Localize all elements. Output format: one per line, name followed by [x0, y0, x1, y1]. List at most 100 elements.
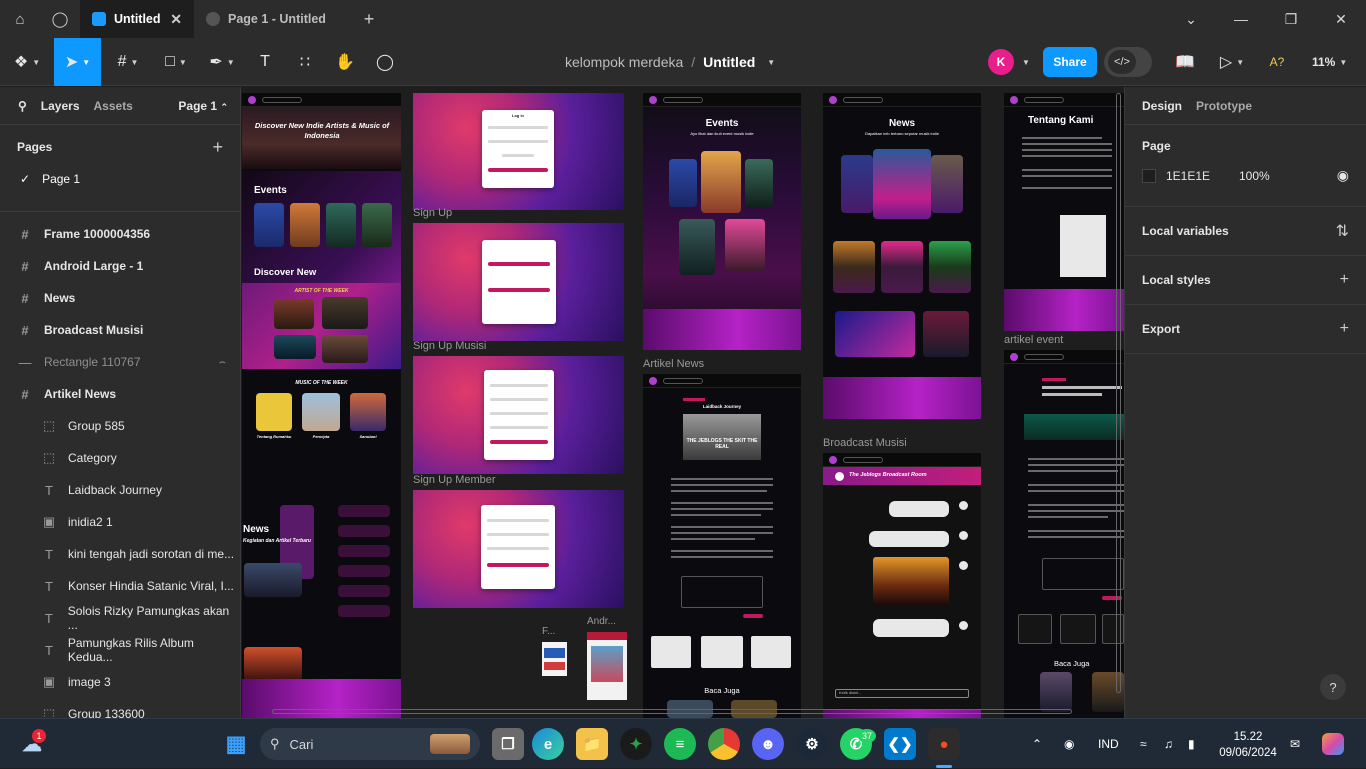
layer-item[interactable]: # News [0, 282, 240, 314]
frame-label[interactable]: Broadcast Musisi [823, 437, 907, 449]
frame-signup-musisi[interactable] [413, 356, 624, 474]
horizontal-scrollbar[interactable] [272, 709, 1072, 714]
chrome-icon[interactable] [708, 728, 740, 760]
main-menu-button[interactable]: ❖ ▼ [8, 38, 46, 86]
frame-label[interactable]: artikel event [1004, 334, 1063, 346]
shape-tool-button[interactable]: □ ▼ [156, 38, 196, 86]
frame-news[interactable]: News Dapatkan info terbaru seputar musik… [823, 93, 981, 419]
frame-small-mobile[interactable] [542, 642, 567, 676]
tray-app-icon[interactable]: ◉ [1064, 719, 1074, 769]
file-explorer-icon[interactable]: 📁 [576, 728, 608, 760]
layer-item[interactable]: — Rectangle 110767 ⌢ [0, 346, 240, 378]
pen-tool-button[interactable]: ✒ ▼ [202, 38, 242, 86]
tab-assets[interactable]: Assets [94, 99, 133, 113]
steam-icon[interactable]: ⚙ [796, 728, 828, 760]
copilot-icon[interactable] [1322, 719, 1344, 769]
layer-item[interactable]: T Laidback Journey [0, 474, 240, 506]
chevron-down-icon[interactable]: ⌄ [1166, 0, 1216, 38]
chevron-down-icon[interactable]: ▼ [767, 58, 775, 67]
spotify-icon[interactable]: ≡ [664, 728, 696, 760]
figma-icon[interactable]: ● [928, 728, 960, 760]
edge-icon[interactable]: e [532, 728, 564, 760]
frame-label[interactable]: Sign Up Musisi [413, 340, 486, 352]
layer-item[interactable]: T Solois Rizky Pamungkas akan ... [0, 602, 240, 634]
search-icon[interactable]: ⚲ [18, 99, 27, 113]
add-icon[interactable]: + [1340, 271, 1349, 289]
taskbar-search[interactable]: ⚲ Cari [260, 728, 480, 760]
frame-artikel-news[interactable]: Laidback Journey THE JEBLOGS THE SKIT TH… [643, 374, 801, 718]
eye-icon[interactable]: ◉ [1337, 167, 1349, 184]
add-page-icon[interactable]: + [212, 137, 223, 158]
tab-design[interactable]: Design [1142, 99, 1182, 113]
frame-label[interactable]: F... [542, 626, 555, 637]
window-close-icon[interactable]: ✕ [1316, 0, 1366, 38]
page-color-opacity[interactable]: 100% [1239, 169, 1270, 183]
home-icon[interactable]: ⌂ [0, 0, 40, 38]
dev-mode-toggle[interactable]: </> [1104, 47, 1152, 77]
export-section[interactable]: Export + [1125, 305, 1366, 354]
wifi-icon[interactable]: ≈ [1140, 719, 1147, 769]
maximize-icon[interactable]: ❐ [1266, 0, 1316, 38]
frame-tool-button[interactable]: # ▼ [108, 38, 148, 86]
show-hidden-icons[interactable]: ⌃ [1032, 719, 1042, 769]
tab-page-1-untitled[interactable]: Page 1 - Untitled [194, 0, 350, 38]
frame-label[interactable]: Sign Up Member [413, 474, 496, 486]
vscode-icon[interactable]: ❮❯ [884, 728, 916, 760]
frame-signup[interactable] [413, 223, 624, 341]
move-tool-button[interactable]: ➤ ▼ [54, 38, 101, 86]
layer-item[interactable]: # Artikel News [0, 378, 240, 410]
battery-icon[interactable]: ▮ [1188, 719, 1195, 769]
layer-item[interactable]: ▣ inidia2 1 [0, 506, 240, 538]
comment-tool-button[interactable]: ◯ [370, 38, 400, 86]
text-tool-button[interactable]: T [250, 38, 280, 86]
hand-tool-button[interactable]: ✋ [330, 38, 360, 86]
windows-start-icon[interactable]: ▦ [220, 728, 252, 760]
zoom-control[interactable]: 11% ▼ [1312, 38, 1347, 86]
variables-icon[interactable]: ⇅ [1336, 221, 1349, 241]
file-name[interactable]: Untitled [703, 54, 755, 70]
layer-item[interactable]: ⬚ Category [0, 442, 240, 474]
frame-tentang-kami[interactable]: Tentang Kami [1004, 93, 1124, 331]
page-item[interactable]: ✓ Page 1 [0, 169, 240, 189]
volume-icon[interactable]: ♫ [1164, 719, 1173, 769]
local-variables-section[interactable]: Local variables ⇅ [1125, 207, 1366, 256]
local-styles-section[interactable]: Local styles + [1125, 256, 1366, 305]
hidden-eye-icon[interactable]: ⌢ [219, 356, 226, 369]
project-name[interactable]: kelompok merdeka [565, 54, 683, 70]
help-button[interactable]: ? [1320, 674, 1346, 700]
tab-untitled[interactable]: Untitled ✕ [80, 0, 194, 38]
vertical-scrollbar[interactable] [1116, 93, 1121, 693]
design-canvas[interactable]: Discover New Indie Artists & Music of In… [242, 87, 1124, 718]
avatar[interactable]: K [988, 49, 1014, 75]
discord-icon[interactable]: ☻ [752, 728, 784, 760]
page-selector[interactable]: Page 1 ⌃ [178, 99, 228, 113]
layer-item[interactable]: ▣ image 3 [0, 666, 240, 698]
resources-button[interactable]: ∷ [290, 38, 320, 86]
color-swatch[interactable] [1142, 168, 1156, 183]
frame-android-large[interactable] [587, 632, 627, 700]
minimize-icon[interactable]: — [1216, 0, 1266, 38]
task-view-icon[interactable]: ❐ [492, 728, 524, 760]
language-indicator[interactable]: IND [1098, 719, 1119, 769]
frame-events[interactable]: Events Ayo lihat dan ikuti event musik i… [643, 93, 801, 350]
present-button[interactable]: ▷ ▼ [1214, 38, 1250, 86]
frame-login[interactable]: Log in [413, 93, 624, 210]
frame-broadcast-musisi[interactable]: The Jeblogs Broadcast Room Ketik disini.… [823, 453, 981, 718]
page-color-row[interactable]: 1E1E1E 100% ◉ [1142, 167, 1349, 184]
layer-item[interactable]: # Frame 1000004356 [0, 218, 240, 250]
tab-prototype[interactable]: Prototype [1196, 99, 1252, 113]
layer-item[interactable]: ⬚ Group 585 [0, 410, 240, 442]
mongodb-icon[interactable]: ✦ [620, 728, 652, 760]
layer-item[interactable]: T Konser Hindia Satanic Viral, I... [0, 570, 240, 602]
layer-item[interactable]: ⬚ Group 133600 [0, 698, 240, 718]
layer-item[interactable]: T Pamungkas Rilis Album Kedua... [0, 634, 240, 666]
layer-item[interactable]: # Broadcast Musisi [0, 314, 240, 346]
frame-artikel-event[interactable]: Baca Juga [1004, 350, 1124, 718]
globe-icon[interactable]: ◯ [40, 0, 80, 38]
layer-item[interactable]: # Android Large - 1 [0, 250, 240, 282]
share-button[interactable]: Share [1043, 47, 1097, 77]
system-clock[interactable]: 15.22 09/06/2024 [1218, 729, 1278, 761]
close-icon[interactable]: ✕ [170, 11, 182, 28]
tab-layers[interactable]: Layers [41, 99, 80, 113]
frame-label[interactable]: Sign Up [413, 207, 452, 219]
